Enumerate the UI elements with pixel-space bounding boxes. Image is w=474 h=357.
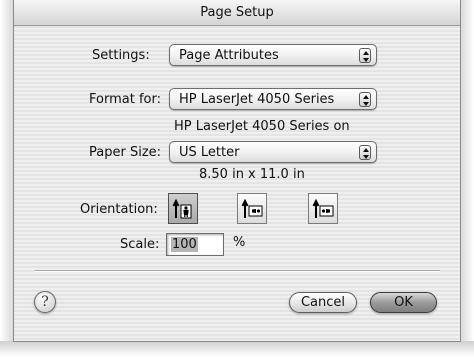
portrait-orientation-icon: [172, 198, 192, 219]
settings-popup[interactable]: Page Attributes: [169, 44, 377, 66]
window-title: Page Setup: [200, 5, 274, 20]
paper-size-value: US Letter: [179, 145, 240, 160]
settings-label: Settings:: [92, 48, 150, 63]
scale-label: Scale:: [120, 237, 160, 252]
format-for-popup[interactable]: HP LaserJet 4050 Series: [169, 88, 377, 110]
window-shadow-bottom: [0, 341, 474, 357]
scale-value: 100: [171, 237, 198, 252]
scale-input[interactable]: 100: [166, 233, 224, 256]
landscape-right-orientation-icon: [312, 198, 334, 218]
scale-unit: %: [233, 235, 246, 250]
title-bar[interactable]: Page Setup: [14, 0, 460, 26]
orientation-landscape-left-button[interactable]: [237, 193, 267, 224]
ok-button[interactable]: OK: [370, 292, 437, 313]
paper-size-label: Paper Size:: [89, 145, 162, 160]
orientation-label: Orientation:: [80, 202, 158, 217]
settings-value: Page Attributes: [179, 48, 279, 63]
cancel-button[interactable]: Cancel: [289, 292, 357, 313]
popup-arrows-icon: [359, 48, 371, 63]
page-setup-dialog: Page Setup Settings: Page Attributes For…: [13, 0, 461, 342]
format-for-value: HP LaserJet 4050 Series: [179, 92, 335, 107]
help-button[interactable]: ?: [34, 291, 56, 313]
format-for-label: Format for:: [89, 92, 161, 107]
window-shadow-right: [460, 0, 474, 357]
popup-arrows-icon: [359, 92, 371, 107]
popup-arrows-icon: [359, 145, 371, 160]
paper-size-popup[interactable]: US Letter: [169, 141, 377, 163]
paper-dimensions: 8.50 in x 11.0 in: [199, 167, 305, 182]
window-shadow-left: [0, 0, 14, 357]
divider: [35, 270, 440, 272]
orientation-landscape-right-button[interactable]: [308, 193, 338, 224]
landscape-left-orientation-icon: [241, 198, 263, 218]
printer-info: HP LaserJet 4050 Series on: [174, 119, 350, 134]
orientation-portrait-button[interactable]: [168, 193, 198, 224]
help-icon: ?: [41, 294, 49, 310]
